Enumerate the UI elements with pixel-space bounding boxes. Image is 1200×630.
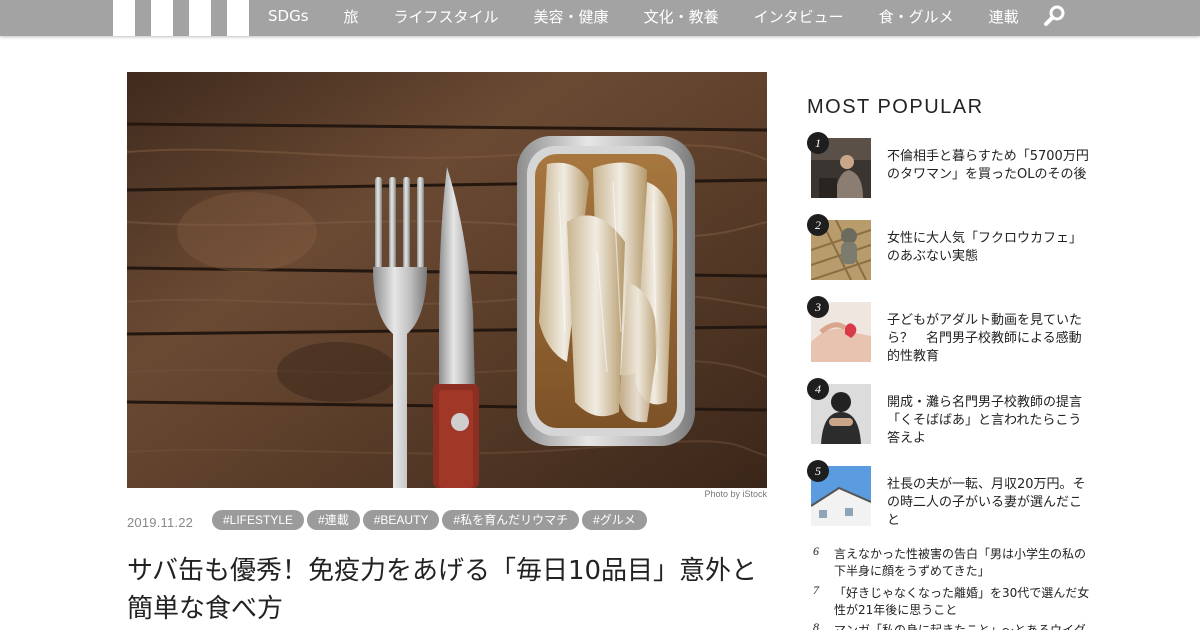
photo-credit: Photo by iStock [704,489,767,499]
popular-title-7: 「好きじゃなくなった離婚」を30代で選んだ女性が21年後に思うこと [834,586,1090,617]
nav-item-travel[interactable]: 旅 [344,6,359,27]
popular-title-5: 社長の夫が一転、月収20万円。その時二人の子がいる妻が選んだこと [887,477,1086,528]
popular-title-1: 不倫相手と暮らすため「5700万円のタワマン」を買ったOLのその後 [887,149,1089,182]
article-tags: #LIFESTYLE #連載 #BEAUTY #私を育んだリウマチ #グルメ [212,510,650,530]
popular-title-3: 子どもがアダルト動画を見ていたら？ 名門男子校教師による感動的性教育 [887,313,1083,364]
main-nav: SDGs 旅 ライフスタイル 美容・健康 文化・教養 インタビュー 食・グルメ … [268,0,1054,32]
popular-item-1[interactable]: 1 不倫相手と暮らすため「5700万円のタワマン」を買ったOLのその後 [807,132,1097,200]
top-nav-bar: SDGs 旅 ライフスタイル 美容・健康 文化・教養 インタビュー 食・グルメ … [0,0,1200,36]
rank-number-8: 8 [813,620,819,630]
rank-badge-1: 1 [807,132,829,154]
hero-image [127,72,767,488]
nav-item-sdgs[interactable]: SDGs [268,7,309,25]
nav-item-interview[interactable]: インタビュー [754,6,844,27]
most-popular-heading: MOST POPULAR [807,96,984,118]
popular-item-2[interactable]: 2 女性に大人気「フクロウカフェ」のあぶない実態 [807,214,1097,282]
rank-badge-2: 2 [807,214,829,236]
nav-item-culture[interactable]: 文化・教養 [644,6,719,27]
nav-item-food[interactable]: 食・グルメ [879,6,954,27]
nav-item-lifestyle[interactable]: ライフスタイル [394,6,499,27]
rank-badge-4: 4 [807,378,829,400]
rank-badge-3: 3 [807,296,829,318]
search-button[interactable] [1043,5,1067,27]
popular-item-4[interactable]: 4 開成・灘ら名門男子校教師の提言「くそばばあ」と言われたらこう答えよ [807,378,1097,446]
rank-number-7: 7 [813,583,819,597]
site-logo[interactable] [113,0,250,36]
popular-title-6: 言えなかった性被害の告白「男は小学生の私の下半身に顔をうずめてきた」 [834,547,1087,578]
popular-item-5[interactable]: 5 社長の夫が一転、月収20万円。その時二人の子がいる妻が選んだこと [807,460,1097,528]
rank-number-6: 6 [813,544,819,558]
popular-title-2: 女性に大人気「フクロウカフェ」のあぶない実態 [887,231,1083,264]
tag-lifestyle[interactable]: #LIFESTYLE [212,510,305,530]
rank-badge-5: 5 [807,460,829,482]
article-title: サバ缶も優秀！免疫力をあげる「毎日10品目」意外と簡単な食べ方 [127,556,758,624]
popular-title-8: マンガ「私の身に起きたこと」〜とあるウイグル [834,623,1086,630]
tag-series[interactable]: #連載 [307,510,360,530]
popular-title-4: 開成・灘ら名門男子校教師の提言「くそばばあ」と言われたらこう答えよ [887,395,1083,446]
article-date: 2019.11.22 [127,515,194,530]
popular-item-3[interactable]: 3 子どもがアダルト動画を見ていたら？ 名門男子校教師による感動的性教育 [807,296,1097,364]
tag-rheumatism[interactable]: #私を育んだリウマチ [442,510,580,530]
tag-gourmet[interactable]: #グルメ [582,510,647,530]
tag-beauty[interactable]: #BEAUTY [362,510,440,530]
search-icon [1044,5,1065,26]
nav-item-beauty-health[interactable]: 美容・健康 [534,6,609,27]
nav-item-series[interactable]: 連載 [989,6,1019,27]
